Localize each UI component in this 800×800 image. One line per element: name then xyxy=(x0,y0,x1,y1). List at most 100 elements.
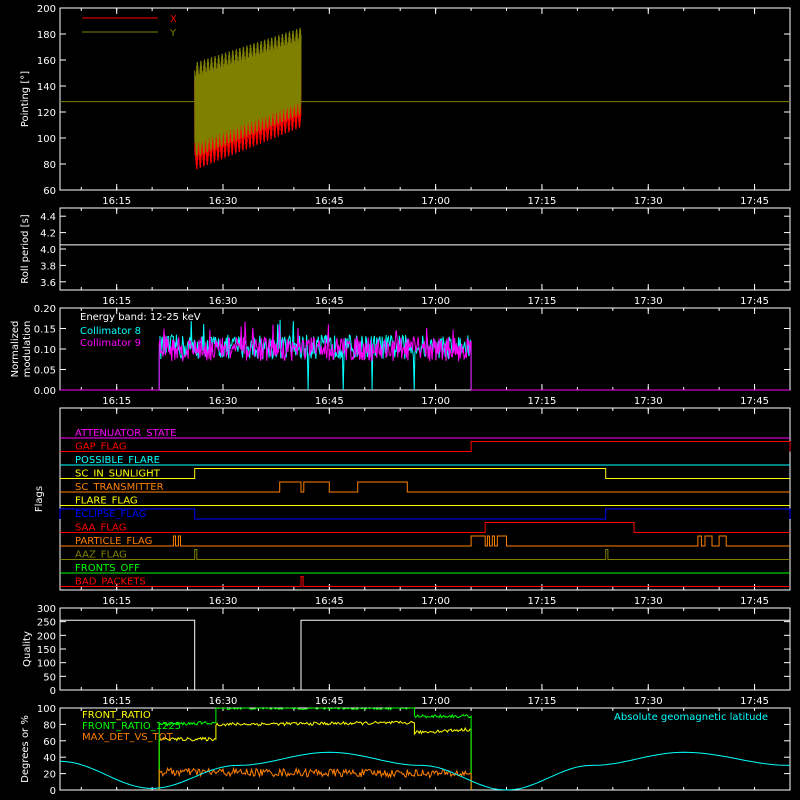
y-tick-label: 0 xyxy=(50,686,56,697)
panel-6: 0 20 40 60 80 100 Degrees or % FRONT_RATIOFRONT… xyxy=(20,704,791,797)
flag-line-sc-transmitter xyxy=(60,481,790,493)
x-tick-label: 17:45 xyxy=(740,296,769,307)
y-tick-label: 80 xyxy=(43,720,56,731)
x-tick-label: 16:15 xyxy=(102,396,131,407)
x-tick-label: 16:15 xyxy=(102,196,131,207)
x-tick-label: 17:15 xyxy=(528,396,557,407)
panel-3: 16:15 16:30 16:45 17:00 17:15 17:30 17:45 0.00 0… xyxy=(10,304,791,407)
flag-label-eclipse-flag: ECLIPSE_FLAG xyxy=(75,509,146,520)
y-axis-label: Degrees or % xyxy=(20,715,31,783)
y-tick-label: 3.6 xyxy=(40,278,56,289)
x-tick-label: 17:15 xyxy=(528,596,557,607)
x-tick-label: 17:45 xyxy=(740,596,769,607)
series-front-ratio-1225-line xyxy=(158,707,472,790)
x-tick-label: 17:00 xyxy=(421,396,450,407)
y-axis-label: Roll period [s] xyxy=(20,214,31,283)
series-collimator-8-line xyxy=(60,319,790,391)
y-tick-label: 0.00 xyxy=(34,386,56,397)
flag-label-gap-flag: GAP_FLAG xyxy=(75,442,127,453)
y-tick-label: 200 xyxy=(37,631,56,642)
y-axis-label: Pointing [°] xyxy=(20,71,31,127)
y-tick-label: 180 xyxy=(37,30,56,41)
x-tick-label: 17:15 xyxy=(528,696,557,707)
x-tick-label: 16:15 xyxy=(102,696,131,707)
multi-panel-plot: 16:15 16:30 16:45 17:00 17:15 17:30 17:45 60 80 1… xyxy=(10,4,791,797)
x-tick-label: 17:00 xyxy=(421,296,450,307)
y-tick-label: 40 xyxy=(43,753,56,764)
y-tick-label: 0.15 xyxy=(34,325,56,336)
x-tick-label: 16:45 xyxy=(315,696,344,707)
legend-label-collimator-9: Collimator 9 xyxy=(80,338,141,349)
y-tick-label: 0.20 xyxy=(34,304,56,315)
x-tick-label: 17:30 xyxy=(634,396,663,407)
x-tick-label: 16:15 xyxy=(102,596,131,607)
flag-label-particle-flag: PARTICLE_FLAG xyxy=(75,536,152,547)
flag-line-gap-flag xyxy=(60,441,791,452)
y-axis-label: Normalized xyxy=(10,321,21,378)
x-tick-label: 16:45 xyxy=(315,196,344,207)
x-tick-label: 16:15 xyxy=(102,296,131,307)
y-axis-label: Quality xyxy=(22,631,33,667)
x-tick-label: 16:45 xyxy=(315,596,344,607)
y-tick-label: 100 xyxy=(37,659,56,670)
x-tick-label: 17:30 xyxy=(634,196,663,207)
panel-4: 16:15 16:30 16:45 17:00 17:15 17:30 17:45 Flags… xyxy=(34,407,791,607)
x-tick-label: 17:30 xyxy=(634,696,663,707)
flag-line-bad-packets xyxy=(60,576,790,587)
x-tick-label: 17:15 xyxy=(528,196,557,207)
chart-canvas: 16:15 16:30 16:45 17:00 17:15 17:30 17:45 60 80 1… xyxy=(0,0,800,800)
flag-label-aaz-flag: AAZ_FLAG xyxy=(75,550,127,561)
x-tick-label: 16:30 xyxy=(209,396,238,407)
y-tick-label: 0.10 xyxy=(34,345,56,356)
flag-label-possible-flare: POSSIBLE_FLARE xyxy=(75,455,160,466)
y-tick-label: 3.8 xyxy=(40,261,56,272)
y-tick-label: 4.2 xyxy=(40,229,56,240)
x-tick-label: 16:45 xyxy=(315,396,344,407)
panel-5: 16:15 16:30 16:45 17:00 17:15 17:30 17:45 0 50 10… xyxy=(22,604,791,707)
legend-label-max-det-vs-tot: MAX_DET_VS_TOT xyxy=(82,732,174,743)
panel-2: 16:15 16:30 16:45 17:00 17:15 17:30 17:45 3.6 3.… xyxy=(20,207,791,307)
x-tick-label: 17:30 xyxy=(634,596,663,607)
flag-line-sc-in-sunlight xyxy=(60,468,790,479)
y-tick-label: 0.05 xyxy=(34,366,56,377)
y-tick-label: 20 xyxy=(43,770,56,781)
flag-label-attenuator-state: ATTENUATOR_STATE xyxy=(75,428,176,439)
legend-label-front-ratio: FRONT_RATIO xyxy=(82,710,151,721)
y-tick-label: 4.4 xyxy=(40,212,56,223)
x-tick-label: 17:15 xyxy=(528,296,557,307)
y-tick-label: 80 xyxy=(43,160,56,171)
y-tick-label: 100 xyxy=(37,134,56,145)
x-tick-label: 17:30 xyxy=(634,296,663,307)
y-tick-label: 140 xyxy=(37,82,56,93)
y-tick-label: 160 xyxy=(37,56,56,67)
flag-label-bad-packets: BAD_PACKETS xyxy=(75,577,146,588)
flag-label-saa-flag: SAA_FLAG xyxy=(75,523,126,534)
y-tick-label: 100 xyxy=(37,704,56,715)
y-tick-label: 0 xyxy=(50,786,56,797)
y-tick-label: 250 xyxy=(37,618,56,629)
series-absolute-geomagnetic-latitude-line xyxy=(59,751,791,791)
x-tick-label: 17:45 xyxy=(740,396,769,407)
y-tick-label: 200 xyxy=(37,4,56,15)
legend-label-x: X xyxy=(170,14,177,25)
x-tick-label: 16:30 xyxy=(209,196,238,207)
x-tick-label: 17:45 xyxy=(740,196,769,207)
flag-line-saa-flag xyxy=(60,522,790,533)
energy-band-annotation: Energy band: 12-25 keV xyxy=(80,312,201,323)
panel-frame xyxy=(59,207,791,291)
flag-label-sc-transmitter: SC_TRANSMITTER xyxy=(75,482,164,493)
flag-line-eclipse-flag xyxy=(59,508,791,520)
x-tick-label: 16:30 xyxy=(209,696,238,707)
y-tick-label: 300 xyxy=(37,604,56,615)
legend-label-front-ratio-1225: FRONT_RATIO_1225 xyxy=(82,721,181,732)
flag-label-sc-in-sunlight: SC_IN_SUNLIGHT xyxy=(75,469,161,480)
series-front-ratio-line xyxy=(158,720,472,790)
y-tick-label: 120 xyxy=(37,108,56,119)
y-tick-label: 60 xyxy=(43,737,56,748)
x-tick-label: 16:30 xyxy=(209,296,238,307)
flag-line-particle-flag xyxy=(60,535,790,547)
geomagnetic-latitude-annotation: Absolute geomagnetic latitude xyxy=(614,712,768,723)
panel-1: 16:15 16:30 16:45 17:00 17:15 17:30 17:45 60 80 1… xyxy=(20,4,791,207)
flag-label-fronts-off: FRONTS_OFF xyxy=(75,563,140,574)
x-tick-label: 17:00 xyxy=(421,596,450,607)
